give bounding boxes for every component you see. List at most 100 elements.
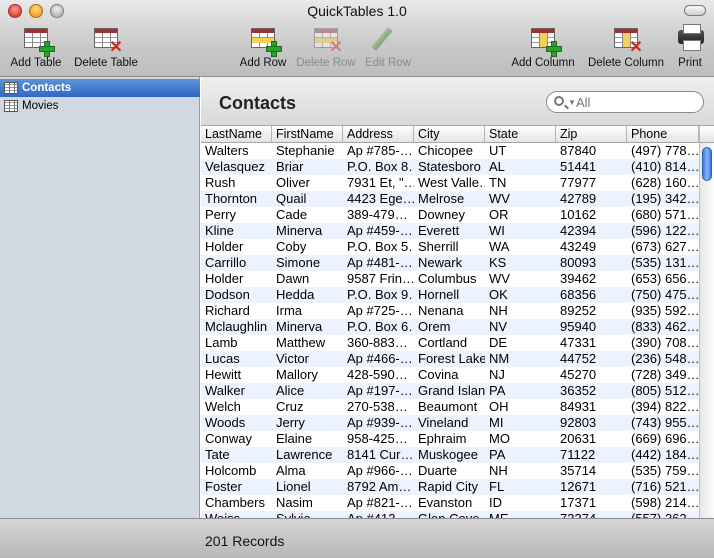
table-cell[interactable]: (833) 462… xyxy=(627,319,699,335)
column-header[interactable]: City xyxy=(414,126,485,143)
table-cell[interactable]: ID xyxy=(485,495,556,511)
table-row[interactable]: Richard Irma Ap #725-… Nenana NH 89252 (935) 5… xyxy=(201,303,699,319)
column-header[interactable]: FirstName xyxy=(272,126,343,143)
add-row-button[interactable]: Add Row xyxy=(238,24,288,74)
table-cell[interactable]: Vineland xyxy=(414,415,485,431)
delete-table-button[interactable]: ✕ Delete Table xyxy=(71,24,141,74)
table-cell[interactable]: PA xyxy=(485,447,556,463)
table-cell[interactable]: (410) 814… xyxy=(627,159,699,175)
table-cell[interactable]: Sylvia xyxy=(272,511,343,518)
table-cell[interactable]: 77977 xyxy=(556,175,627,191)
table-cell[interactable]: Carrillo xyxy=(201,255,272,271)
table-cell[interactable]: WI xyxy=(485,223,556,239)
table-cell[interactable]: FL xyxy=(485,479,556,495)
table-cell[interactable]: ME xyxy=(485,511,556,518)
table-cell[interactable]: Statesboro xyxy=(414,159,485,175)
table-cell[interactable]: (557) 362… xyxy=(627,511,699,518)
table-row[interactable]: Welch Cruz 270-538… Beaumont OH 84931 (394) 82… xyxy=(201,399,699,415)
table-cell[interactable]: NH xyxy=(485,463,556,479)
table-cell[interactable]: Cortland xyxy=(414,335,485,351)
table-cell[interactable]: AL xyxy=(485,159,556,175)
delete-row-button[interactable]: ✕ Delete Row xyxy=(295,24,357,74)
scrollbar-thumb[interactable] xyxy=(702,147,712,181)
table-cell[interactable]: (673) 627… xyxy=(627,239,699,255)
table-cell[interactable]: Coby xyxy=(272,239,343,255)
table-cell[interactable]: 12671 xyxy=(556,479,627,495)
table-cell[interactable]: 428-590… xyxy=(343,367,414,383)
table-cell[interactable]: (598) 214… xyxy=(627,495,699,511)
table-cell[interactable]: 42394 xyxy=(556,223,627,239)
table-row[interactable]: WeissSylviaAp #413…Glen CoveME73374(557)… xyxy=(201,511,699,518)
table-cell[interactable]: Glen Cove xyxy=(414,511,485,518)
table-row[interactable]: Walters Stephanie Ap #785-… Chicopee UT 87840… xyxy=(201,143,699,159)
table-cell[interactable]: 8792 Am… xyxy=(343,479,414,495)
table-cell[interactable]: Grand Island xyxy=(414,383,485,399)
table-cell[interactable]: NV xyxy=(485,319,556,335)
table-cell[interactable]: Holder xyxy=(201,239,272,255)
table-cell[interactable]: (716) 521… xyxy=(627,479,699,495)
table-cell[interactable]: Ap #725-… xyxy=(343,303,414,319)
table-cell[interactable]: 8141 Cur… xyxy=(343,447,414,463)
edit-row-button[interactable]: Edit Row xyxy=(363,24,413,74)
table-cell[interactable]: (535) 759… xyxy=(627,463,699,479)
table-cell[interactable]: Minerva xyxy=(272,223,343,239)
table-cell[interactable]: Columbus xyxy=(414,271,485,287)
column-header[interactable]: Zip xyxy=(556,126,627,143)
table-cell[interactable]: PA xyxy=(485,383,556,399)
table-cell[interactable]: Holcomb xyxy=(201,463,272,479)
table-cell[interactable]: Perry xyxy=(201,207,272,223)
table-row[interactable]: Mclaughlin Minerva P.O. Box 6… Orem NV 95940(… xyxy=(201,319,699,335)
table-cell[interactable]: Alice xyxy=(272,383,343,399)
table-row[interactable]: Perry Cade 389-479… Downey OR 10162 (680) 571… xyxy=(201,207,699,223)
table-row[interactable]: Lucas Victor Ap #466-… Forest Lake NM 44752 (2… xyxy=(201,351,699,367)
table-cell[interactable]: Lamb xyxy=(201,335,272,351)
table-cell[interactable]: Lucas xyxy=(201,351,272,367)
table-cell[interactable]: (805) 512… xyxy=(627,383,699,399)
table-cell[interactable]: Foster xyxy=(201,479,272,495)
table-cell[interactable]: (442) 184… xyxy=(627,447,699,463)
search-input[interactable] xyxy=(576,95,696,110)
table-row[interactable]: Kline Minerva Ap #459-… Everett WI 42394 (596)… xyxy=(201,223,699,239)
print-button[interactable]: Print xyxy=(674,24,706,74)
table-cell[interactable]: Nenana xyxy=(414,303,485,319)
table-cell[interactable]: NM xyxy=(485,351,556,367)
table-cell[interactable]: Covina xyxy=(414,367,485,383)
table-cell[interactable]: TN xyxy=(485,175,556,191)
table-cell[interactable]: 89252 xyxy=(556,303,627,319)
table-cell[interactable]: (653) 656… xyxy=(627,271,699,287)
table-cell[interactable]: Ap #459-… xyxy=(343,223,414,239)
column-header[interactable]: Phone xyxy=(627,126,699,143)
table-cell[interactable]: Ap #466-… xyxy=(343,351,414,367)
table-cell[interactable]: 270-538… xyxy=(343,399,414,415)
table-cell[interactable]: Everett xyxy=(414,223,485,239)
table-cell[interactable]: Alma xyxy=(272,463,343,479)
table-cell[interactable]: 4423 Ege… xyxy=(343,191,414,207)
table-row[interactable]: Chambers Nasim Ap #821-… Evanston ID 17371 (59… xyxy=(201,495,699,511)
table-cell[interactable]: Orem xyxy=(414,319,485,335)
table-cell[interactable]: Cruz xyxy=(272,399,343,415)
table-cell[interactable]: Chicopee xyxy=(414,143,485,159)
table-cell[interactable]: (236) 548… xyxy=(627,351,699,367)
sidebar-item-movies[interactable]: Movies xyxy=(0,97,200,115)
table-cell[interactable]: Nasim xyxy=(272,495,343,511)
table-cell[interactable]: Walker xyxy=(201,383,272,399)
table-row[interactable]: Carrillo Simone Ap #481-… Newark KS 80093 (535… xyxy=(201,255,699,271)
column-header[interactable]: Address xyxy=(343,126,414,143)
table-cell[interactable]: KS xyxy=(485,255,556,271)
table-cell[interactable]: DE xyxy=(485,335,556,351)
table-cell[interactable]: Oliver xyxy=(272,175,343,191)
delete-column-button[interactable]: ✕ Delete Column xyxy=(585,24,667,74)
table-cell[interactable]: NJ xyxy=(485,367,556,383)
table-cell[interactable]: (728) 349… xyxy=(627,367,699,383)
table-cell[interactable]: (935) 592… xyxy=(627,303,699,319)
table-cell[interactable]: Ap #481-… xyxy=(343,255,414,271)
table-cell[interactable]: OH xyxy=(485,399,556,415)
table-cell[interactable]: 958-425… xyxy=(343,431,414,447)
table-cell[interactable]: Rapid City xyxy=(414,479,485,495)
table-cell[interactable]: 87840 xyxy=(556,143,627,159)
table-row[interactable]: Conway Elaine 958-425… Ephraim MO 20631 (669) … xyxy=(201,431,699,447)
table-cell[interactable]: 47331 xyxy=(556,335,627,351)
table-cell[interactable]: (195) 342… xyxy=(627,191,699,207)
table-cell[interactable]: Welch xyxy=(201,399,272,415)
table-cell[interactable]: 43249 xyxy=(556,239,627,255)
